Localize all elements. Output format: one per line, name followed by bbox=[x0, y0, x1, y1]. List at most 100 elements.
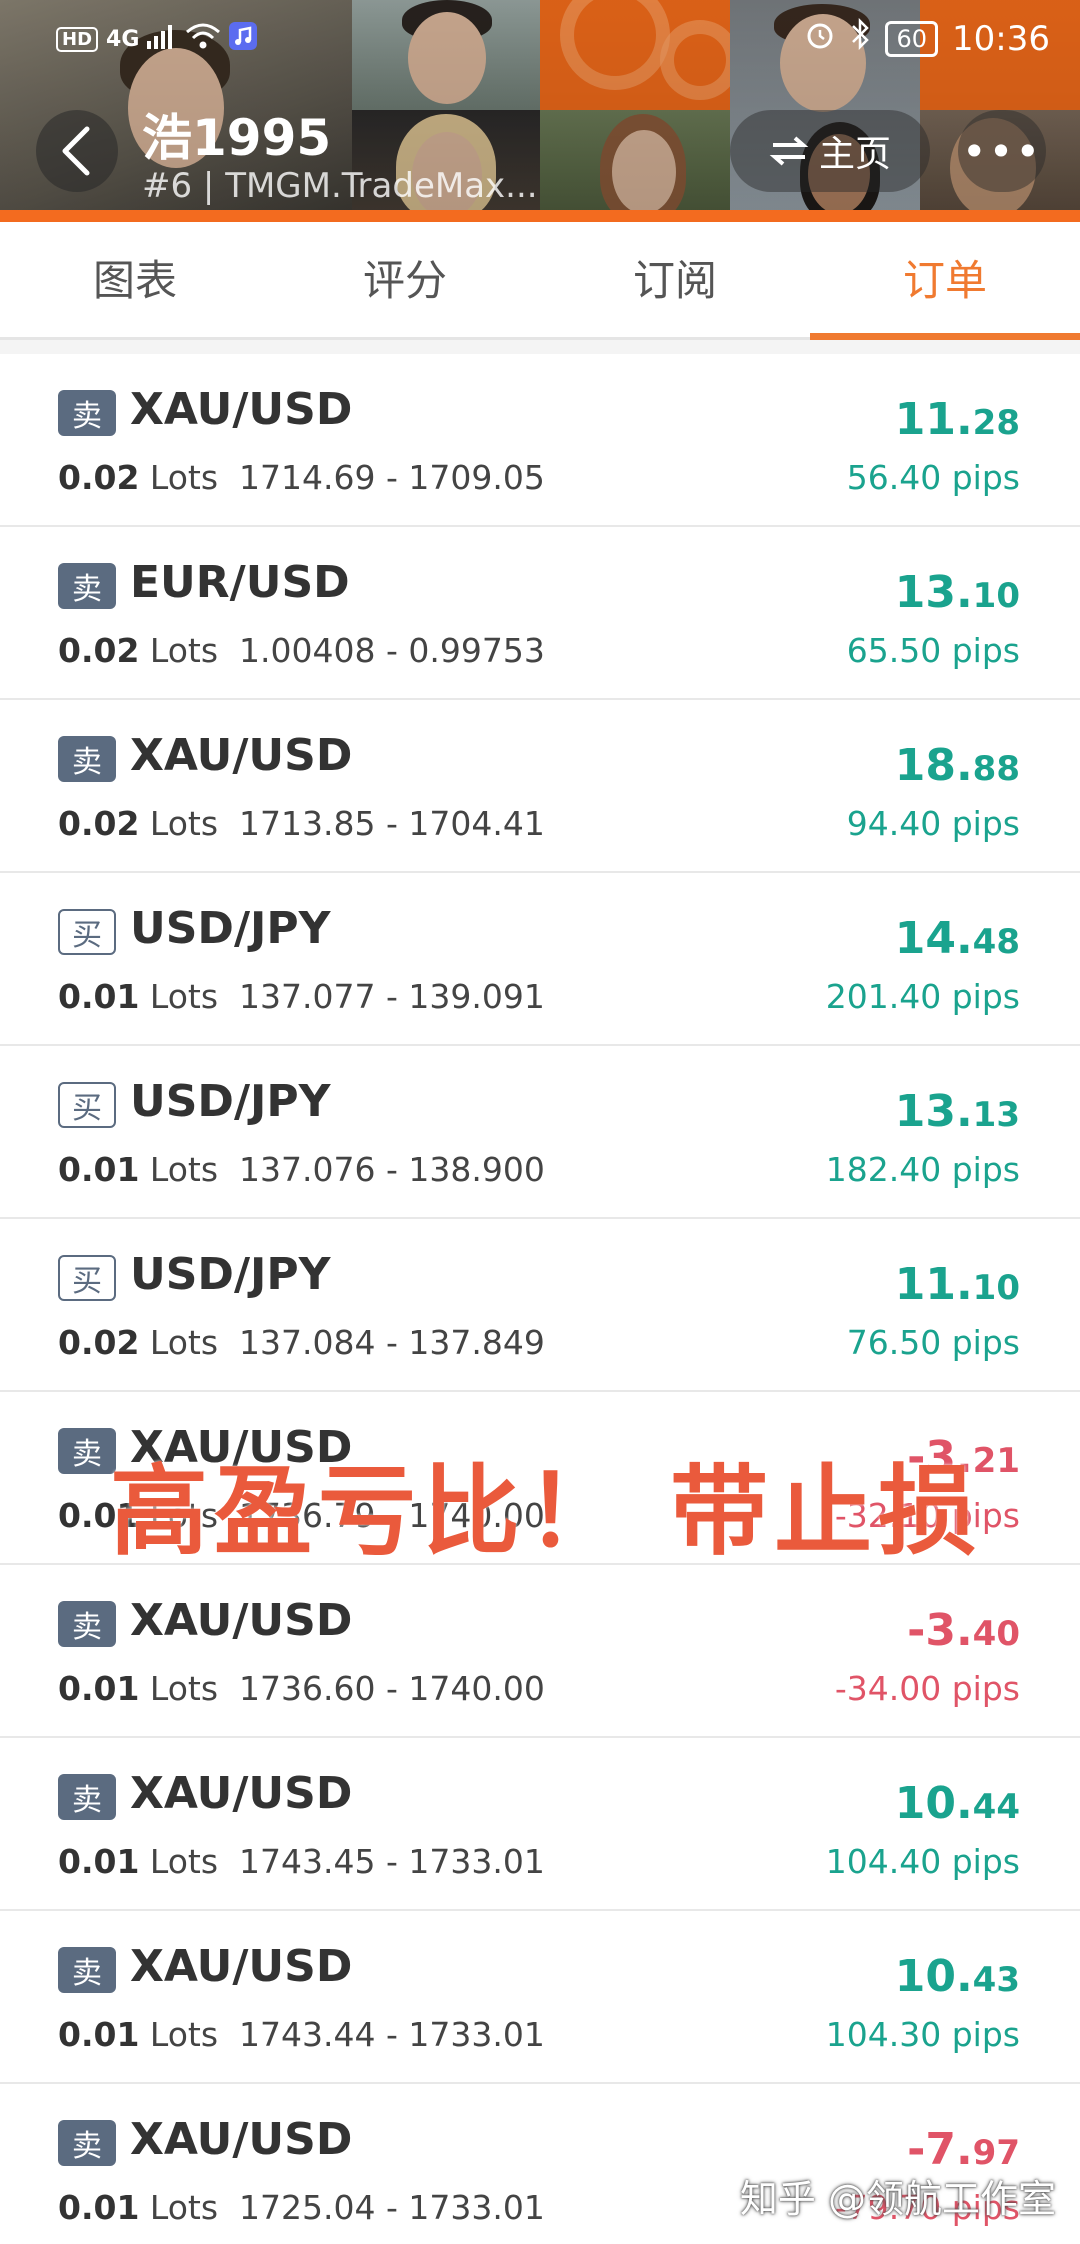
profit-integer: 10. bbox=[894, 1778, 973, 1829]
tab-rating[interactable]: 评分 bbox=[270, 222, 540, 337]
profit-integer: 11. bbox=[894, 394, 973, 445]
pips-unit: pips bbox=[951, 1150, 1020, 1189]
order-detail: 0.01 Lots 1736.60 - 1740.00 bbox=[58, 1669, 545, 1708]
chevron-left-icon bbox=[62, 126, 90, 176]
buy-badge: 买 bbox=[58, 1255, 116, 1301]
lots-unit: Lots bbox=[149, 1323, 219, 1362]
music-app-icon bbox=[229, 22, 258, 56]
home-label: 主页 bbox=[818, 134, 891, 175]
open-price: 1.00408 bbox=[239, 631, 376, 670]
order-row[interactable]: 卖 XAU/USD 0.01 Lots 1743.44 - 1733.01 10.43… bbox=[0, 1911, 1080, 2084]
back-button[interactable] bbox=[36, 110, 118, 192]
order-lots: 0.02 bbox=[58, 1323, 140, 1362]
tab-orders[interactable]: 订单 bbox=[810, 222, 1080, 340]
close-price: 0.99753 bbox=[408, 631, 545, 670]
order-detail: 0.01 Lots 1725.04 - 1733.01 bbox=[58, 2188, 545, 2227]
order-row[interactable]: 卖 XAU/USD 0.01 Lots 1736.60 - 1740.00 -3.40… bbox=[0, 1565, 1080, 1738]
close-price: 138.900 bbox=[408, 1150, 545, 1189]
order-symbol: USD/JPY bbox=[130, 1076, 331, 1127]
order-profit: 14.48 bbox=[895, 913, 1020, 964]
battery-icon: 60 bbox=[885, 20, 939, 57]
close-price: 1709.05 bbox=[408, 458, 545, 497]
lots-unit: Lots bbox=[149, 1669, 219, 1708]
more-button[interactable]: ••• bbox=[958, 110, 1046, 192]
pips-value: 56.40 bbox=[846, 458, 942, 497]
order-profit: 10.44 bbox=[895, 1778, 1020, 1829]
sell-badge: 卖 bbox=[58, 1774, 116, 1820]
wifi-icon bbox=[185, 22, 221, 56]
order-detail: 0.01 Lots 137.077 - 139.091 bbox=[58, 977, 545, 1016]
profit-integer: -3. bbox=[907, 1605, 973, 1656]
order-lots: 0.01 bbox=[58, 1669, 140, 1708]
order-row[interactable]: 卖 XAU/USD 0.02 Lots 1713.85 - 1704.41 18.88… bbox=[0, 700, 1080, 873]
tab-subscribe[interactable]: 订阅 bbox=[540, 222, 810, 337]
lots-unit: Lots bbox=[149, 2188, 219, 2227]
order-symbol: USD/JPY bbox=[130, 1249, 331, 1300]
user-name: 浩1995 bbox=[142, 109, 332, 167]
lots-unit: Lots bbox=[149, 1150, 219, 1189]
buy-badge: 买 bbox=[58, 1082, 116, 1128]
sell-badge: 卖 bbox=[58, 1428, 116, 1474]
order-pips: 94.40 pips bbox=[847, 804, 1020, 843]
order-lots: 0.01 bbox=[58, 977, 140, 1016]
order-profit: 11.10 bbox=[895, 1259, 1020, 1310]
pips-value: 104.40 bbox=[825, 1842, 942, 1881]
profit-integer: 18. bbox=[894, 740, 973, 791]
order-symbol: XAU/USD bbox=[130, 384, 353, 435]
profit-decimal: 43 bbox=[972, 1960, 1020, 2000]
pips-unit: pips bbox=[951, 977, 1020, 1016]
order-row[interactable]: 卖 EUR/USD 0.02 Lots 1.00408 - 0.99753 13.10… bbox=[0, 527, 1080, 700]
orders-list: 卖 XAU/USD 0.02 Lots 1714.69 - 1709.05 11.28… bbox=[0, 354, 1080, 2244]
section-gap bbox=[0, 340, 1080, 354]
network-type: 4G bbox=[106, 26, 140, 52]
close-price: 1733.01 bbox=[408, 2188, 545, 2227]
close-price: 139.091 bbox=[408, 977, 545, 1016]
order-row[interactable]: 卖 XAU/USD 0.02 Lots 1714.69 - 1709.05 11.28… bbox=[0, 354, 1080, 527]
profit-decimal: 48 bbox=[972, 922, 1020, 962]
open-price: 1743.44 bbox=[239, 2015, 376, 2054]
order-detail: 0.01 Lots 137.076 - 138.900 bbox=[58, 1150, 545, 1189]
order-pips: 104.30 pips bbox=[826, 2015, 1020, 2054]
close-price: 137.849 bbox=[408, 1323, 545, 1362]
order-symbol: EUR/USD bbox=[130, 557, 350, 608]
order-pips: -34.00 pips bbox=[835, 1669, 1020, 1708]
order-row[interactable]: 买 USD/JPY 0.01 Lots 137.076 - 138.900 13.13… bbox=[0, 1046, 1080, 1219]
order-row[interactable]: 买 USD/JPY 0.02 Lots 137.084 - 137.849 11.10… bbox=[0, 1219, 1080, 1392]
order-symbol: XAU/USD bbox=[130, 1941, 353, 1992]
pips-unit: pips bbox=[951, 1323, 1020, 1362]
order-pips: 65.50 pips bbox=[847, 631, 1020, 670]
tab-bar: 图表 评分 订阅 订单 bbox=[0, 222, 1080, 340]
order-lots: 0.01 bbox=[58, 2188, 140, 2227]
pips-unit: pips bbox=[951, 1669, 1020, 1708]
order-symbol: XAU/USD bbox=[130, 730, 353, 781]
open-price: 1736.60 bbox=[239, 1669, 376, 1708]
profit-decimal: 10 bbox=[972, 1268, 1020, 1308]
pips-value: 104.30 bbox=[825, 2015, 942, 2054]
order-symbol: XAU/USD bbox=[130, 2114, 353, 2165]
account-subtitle: #6 | TMGM.TradeMax... bbox=[142, 166, 538, 206]
pips-unit: pips bbox=[951, 2015, 1020, 2054]
hd-indicator: HD bbox=[56, 26, 99, 52]
overlay-caption: 高盈亏比！ 带止损 bbox=[110, 1455, 983, 1569]
order-lots: 0.02 bbox=[58, 804, 140, 843]
profit-integer: 10. bbox=[894, 1951, 973, 2002]
header-accent-bar bbox=[0, 210, 1080, 222]
order-symbol: XAU/USD bbox=[130, 1768, 353, 1819]
open-price: 1713.85 bbox=[239, 804, 376, 843]
profit-integer: 11. bbox=[894, 1259, 973, 1310]
profit-decimal: 88 bbox=[972, 749, 1020, 789]
tab-chart[interactable]: 图表 bbox=[0, 222, 270, 337]
close-price: 1704.41 bbox=[408, 804, 545, 843]
home-button[interactable]: 主页 bbox=[730, 110, 930, 192]
pips-value: -34.00 bbox=[834, 1669, 942, 1708]
watermark: 知乎 @领航工作室 bbox=[739, 2177, 1056, 2221]
order-row[interactable]: 买 USD/JPY 0.01 Lots 137.077 - 139.091 14.48… bbox=[0, 873, 1080, 1046]
order-row[interactable]: 卖 XAU/USD 0.01 Lots 1743.45 - 1733.01 10.44… bbox=[0, 1738, 1080, 1911]
order-pips: 104.40 pips bbox=[826, 1842, 1020, 1881]
open-price: 137.076 bbox=[239, 1150, 376, 1189]
order-detail: 0.02 Lots 1714.69 - 1709.05 bbox=[58, 458, 545, 497]
close-price: 1733.01 bbox=[408, 2015, 545, 2054]
order-pips: 56.40 pips bbox=[847, 458, 1020, 497]
order-symbol: USD/JPY bbox=[130, 903, 331, 954]
open-price: 1714.69 bbox=[239, 458, 376, 497]
